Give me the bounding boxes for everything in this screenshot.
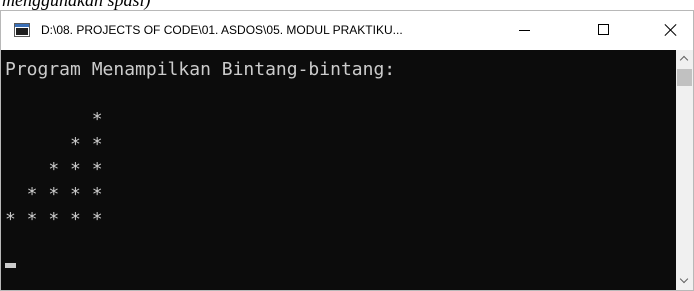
console-window: D:\08. PROJECTS OF CODE\01. ASDOS\05. MO…: [0, 10, 694, 291]
window-title: D:\08. PROJECTS OF CODE\01. ASDOS\05. MO…: [41, 23, 403, 37]
close-button[interactable]: [647, 11, 693, 50]
scroll-down-arrow-icon[interactable]: [676, 273, 693, 290]
app-icon-bar: [15, 24, 29, 27]
document-fragment-text: menggunakan spasi): [2, 0, 151, 10]
vertical-scrollbar[interactable]: [676, 50, 693, 290]
block-cursor: [5, 263, 16, 268]
scroll-thumb[interactable]: [677, 69, 692, 86]
maximize-button[interactable]: [580, 11, 626, 50]
minimize-icon: [519, 30, 530, 31]
scroll-up-arrow-icon[interactable]: [676, 50, 693, 67]
minimize-button[interactable]: [501, 11, 547, 50]
app-icon-screen: [16, 28, 28, 35]
star-row-5: * * * * *: [5, 209, 103, 230]
star-row-3: * * *: [5, 159, 103, 180]
title-bar[interactable]: D:\08. PROJECTS OF CODE\01. ASDOS\05. MO…: [1, 11, 693, 50]
console-app-icon[interactable]: [14, 23, 30, 37]
console-output[interactable]: Program Menampilkan Bintang-bintang: * *…: [1, 50, 676, 290]
star-row-4: * * * *: [5, 184, 103, 205]
document-fragment: menggunakan spasi): [0, 0, 694, 10]
star-row-1: *: [5, 109, 103, 130]
maximize-icon: [598, 24, 609, 35]
star-row-2: * *: [5, 134, 103, 155]
close-icon: [665, 24, 677, 36]
console-line-header: Program Menampilkan Bintang-bintang:: [5, 59, 396, 80]
